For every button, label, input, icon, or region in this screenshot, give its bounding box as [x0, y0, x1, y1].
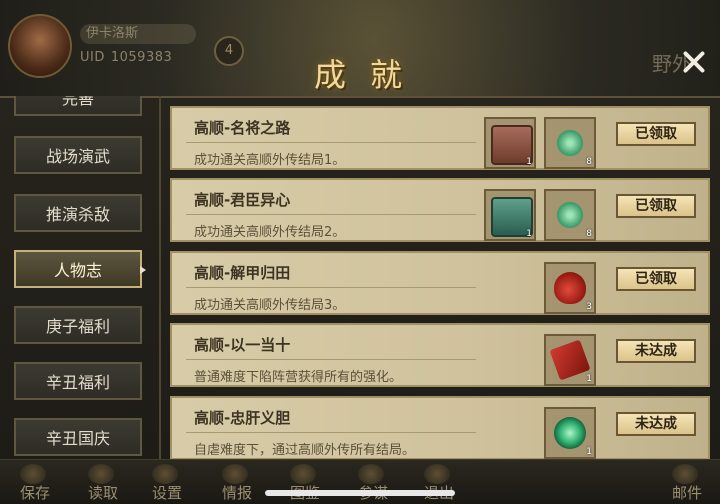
reward-qty: 1	[586, 374, 592, 384]
bottom-nav: 保存 读取 设置 情报 图鉴 参谋 退出 邮件	[0, 459, 720, 504]
nav-intel[interactable]: 情报	[222, 482, 252, 503]
achievement-title: 高顺-君臣异心	[194, 191, 291, 209]
top-bar: 伊卡洛斯 UID 1059383 4 成就 野外	[0, 0, 720, 96]
not-achieved-button[interactable]: 未达成	[616, 412, 696, 436]
claimed-button[interactable]: 已领取	[616, 194, 696, 218]
reward-qty: 3	[586, 302, 592, 312]
page-title: 成就	[313, 56, 426, 94]
red-bag-icon	[554, 272, 586, 304]
uid-value: 1059383	[110, 50, 173, 65]
uid-display: UID 1059383	[80, 50, 172, 65]
reward-slot[interactable]: 8	[544, 117, 596, 169]
achievement-desc: 自虐难度下，通过高顺外传所有结局。	[194, 443, 416, 458]
mail-icon	[672, 464, 698, 484]
achievement-card: 高顺-以一当十 普通难度下陷阵营获得所有的强化。 1 未达成	[170, 323, 710, 387]
sidebar-item-0[interactable]: 完善	[14, 96, 142, 116]
reward-qty: 1	[586, 447, 592, 457]
not-achieved-button[interactable]: 未达成	[616, 339, 696, 363]
sidebar-item-6[interactable]: 辛丑国庆	[14, 418, 142, 456]
reward-slot[interactable]: 8	[544, 189, 596, 241]
achievement-title: 高顺-名将之路	[194, 119, 291, 137]
green-gem-icon	[554, 199, 586, 231]
settings-icon	[152, 464, 178, 484]
nav-settings[interactable]: 设置	[152, 482, 182, 503]
codex-icon	[290, 464, 316, 484]
sidebar-item-1[interactable]: 战场演武	[14, 136, 142, 174]
achievement-desc: 成功通关高顺外传结局2。	[194, 225, 346, 240]
reward-qty: 8	[586, 157, 592, 167]
achievement-card: 高顺-名将之路 成功通关高顺外传结局1。 1 8 已领取	[170, 106, 710, 170]
exit-icon	[424, 464, 450, 484]
reward-slot[interactable]: 1	[544, 407, 596, 459]
green-gem-icon	[554, 127, 586, 159]
sidebar-item-5[interactable]: 辛丑福利	[14, 362, 142, 400]
intel-icon	[222, 464, 248, 484]
close-icon[interactable]	[678, 46, 710, 78]
claimed-button[interactable]: 已领取	[616, 122, 696, 146]
achievement-title: 高顺-解甲归田	[194, 264, 291, 282]
achievement-card: 高顺-君臣异心 成功通关高顺外传结局2。 1 8 已领取	[170, 178, 710, 242]
achievement-desc: 普通难度下陷阵营获得所有的强化。	[194, 370, 403, 385]
sidebar-item-4[interactable]: 庚子福利	[14, 306, 142, 344]
red-book-icon	[549, 339, 591, 381]
sidebar-item-2[interactable]: 推演杀敌	[14, 194, 142, 232]
sidebar-item-3-active[interactable]: 人物志	[14, 250, 142, 288]
achievement-title: 高顺-忠肝义胆	[194, 409, 291, 427]
active-arrow-icon	[140, 266, 146, 274]
reward-slot[interactable]: 1	[484, 117, 536, 169]
nav-load[interactable]: 读取	[88, 482, 118, 503]
divider	[186, 432, 476, 433]
achievement-desc: 成功通关高顺外传结局1。	[194, 153, 346, 168]
divider	[186, 287, 476, 288]
divider	[186, 359, 476, 360]
reward-slot[interactable]: 1	[544, 334, 596, 386]
reward-qty: 1	[526, 229, 532, 239]
save-icon	[20, 464, 46, 484]
reward-slot[interactable]: 3	[544, 262, 596, 314]
divider	[186, 142, 476, 143]
category-sidebar[interactable]: 完善 战场演武 推演杀敌 人物志 庚子福利 辛丑福利 辛丑国庆	[0, 96, 162, 459]
reward-qty: 1	[526, 157, 532, 167]
achievement-desc: 成功通关高顺外传结局3。	[194, 298, 346, 313]
player-avatar[interactable]	[8, 14, 72, 78]
load-icon	[88, 464, 114, 484]
reward-qty: 8	[586, 229, 592, 239]
player-name: 伊卡洛斯	[80, 24, 196, 44]
achievement-list[interactable]: 高顺-名将之路 成功通关高顺外传结局1。 1 8 已领取 高顺-君臣异心 成功通…	[168, 100, 714, 459]
advisor-icon	[358, 464, 384, 484]
nav-mail[interactable]: 邮件	[672, 482, 702, 503]
home-indicator[interactable]	[265, 490, 455, 496]
uid-label: UID	[80, 50, 105, 65]
level-badge: 4	[214, 36, 244, 66]
achievement-card: 高顺-忠肝义胆 自虐难度下，通过高顺外传所有结局。 1 未达成	[170, 396, 710, 459]
green-orb-icon	[554, 417, 586, 449]
claimed-button[interactable]: 已领取	[616, 267, 696, 291]
reward-slot[interactable]: 1	[484, 189, 536, 241]
nav-save[interactable]: 保存	[20, 482, 50, 503]
achievement-title: 高顺-以一当十	[194, 336, 291, 354]
achievement-card: 高顺-解甲归田 成功通关高顺外传结局3。 3 已领取	[170, 251, 710, 315]
divider	[186, 214, 476, 215]
